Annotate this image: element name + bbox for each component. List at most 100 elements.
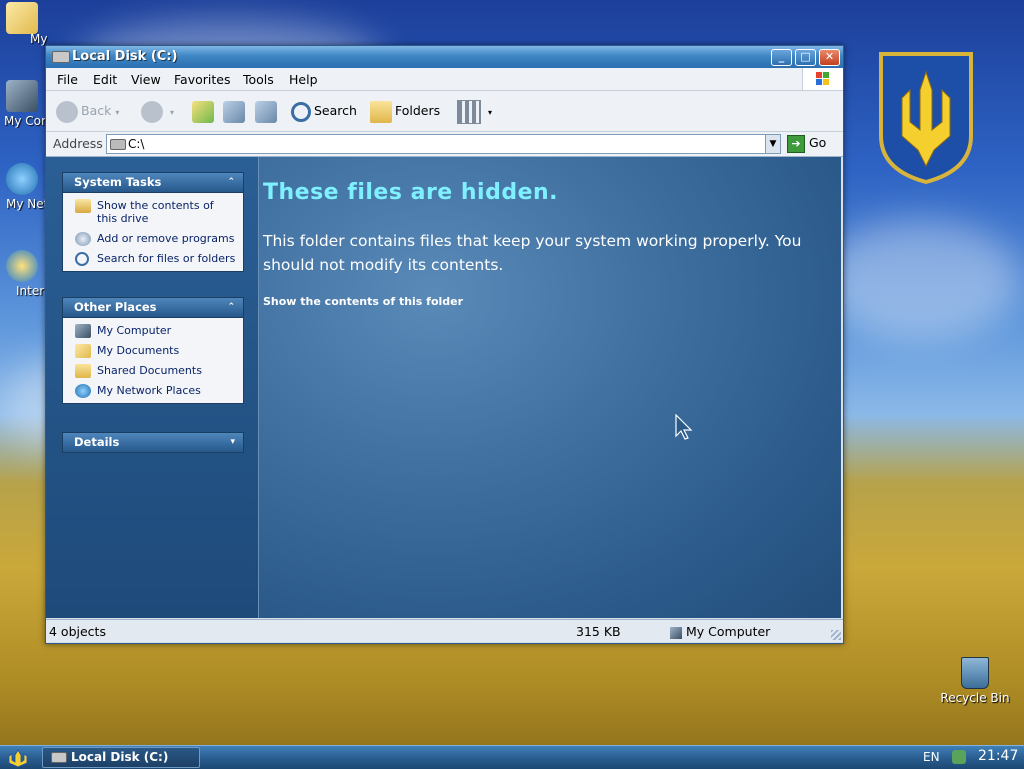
- window-title: Local Disk (C:): [72, 49, 178, 64]
- menu-tools[interactable]: Tools: [243, 72, 274, 87]
- explorer-window: Local Disk (C:) _ □ ✕ File Edit View Fav…: [45, 45, 844, 644]
- panel-title: Other Places: [74, 300, 157, 314]
- taskbar: Local Disk (C:) EN 21:47: [0, 745, 1024, 769]
- resize-grip-icon[interactable]: [831, 630, 841, 640]
- drive-icon: [52, 51, 70, 63]
- forward-arrow-icon: [141, 100, 163, 123]
- task-label: Local Disk (C:): [71, 750, 169, 764]
- system-tasks-panel: System Tasks ⌃ Show the contents of this…: [62, 172, 244, 272]
- place-label: My Computer: [97, 324, 172, 337]
- folder-icon: [75, 364, 91, 378]
- content-pane: These files are hidden. This folder cont…: [259, 157, 841, 618]
- status-location: My Computer: [670, 624, 770, 639]
- place-label: My Network Places: [97, 384, 201, 397]
- close-button[interactable]: ✕: [819, 49, 840, 66]
- task-label: Add or remove programs: [97, 232, 235, 245]
- dropdown-arrow-icon: ▾: [487, 108, 492, 117]
- address-value: C:\: [128, 137, 145, 151]
- search-label: Search: [314, 103, 357, 118]
- show-contents-link[interactable]: Show the contents of this folder: [263, 295, 463, 308]
- add-remove-icon: [75, 232, 91, 246]
- search-icon: [291, 101, 311, 122]
- search-button[interactable]: Search: [291, 99, 357, 123]
- total-size: 315 KB: [576, 624, 621, 639]
- language-indicator[interactable]: EN: [923, 750, 940, 764]
- place-my-network-places[interactable]: My Network Places: [73, 384, 237, 398]
- desktop-icon-recycle-bin[interactable]: Recycle Bin: [940, 657, 1010, 705]
- folder-icon: [370, 100, 392, 123]
- menu-help[interactable]: Help: [289, 72, 318, 87]
- back-label: Back: [81, 103, 112, 118]
- my-computer-icon: [670, 626, 682, 639]
- my-computer-icon: [75, 324, 91, 338]
- windows-logo-icon: [802, 68, 843, 90]
- toolbar: Back ▾ ▾ Search Folders ▾: [46, 91, 843, 132]
- status-bar: 4 objects 315 KB My Computer: [46, 619, 843, 642]
- safely-remove-hardware-icon[interactable]: [952, 750, 966, 764]
- address-bar: Address C:\ ▼ ➔ Go: [46, 132, 843, 157]
- address-input[interactable]: C:\ ▼: [106, 134, 781, 154]
- search-icon: [75, 252, 89, 266]
- delete-icon: [255, 100, 277, 123]
- address-dropdown-button[interactable]: ▼: [765, 135, 780, 153]
- task-show-contents[interactable]: Show the contents of this drive: [73, 199, 237, 225]
- hidden-files-heading: These files are hidden.: [263, 180, 559, 205]
- place-my-documents[interactable]: My Documents: [73, 344, 237, 358]
- new-folder-icon: [223, 100, 245, 123]
- tasks-pane: System Tasks ⌃ Show the contents of this…: [46, 157, 259, 618]
- network-places-icon: [6, 163, 38, 195]
- task-label: Search for files or folders: [97, 252, 236, 265]
- ie-icon: [6, 250, 38, 282]
- task-label: Show the contents of this drive: [97, 199, 214, 225]
- place-my-computer[interactable]: My Computer: [73, 324, 237, 338]
- network-places-icon: [75, 384, 91, 398]
- address-label: Address: [53, 136, 103, 151]
- menu-bar: File Edit View Favorites Tools Help: [46, 68, 843, 91]
- desktop-icon-label: My Documents: [30, 32, 52, 46]
- collapse-icon: ⌃: [227, 302, 235, 312]
- other-places-panel: Other Places ⌃ My Computer My Documents …: [62, 297, 244, 404]
- maximize-button[interactable]: □: [795, 49, 816, 66]
- views-button[interactable]: ▾: [457, 99, 492, 124]
- details-header[interactable]: Details ▾: [62, 432, 244, 453]
- up-folder-button[interactable]: [192, 99, 217, 123]
- forward-button[interactable]: ▾: [141, 99, 174, 123]
- place-label: My Documents: [97, 344, 180, 357]
- start-button[interactable]: [7, 749, 29, 767]
- my-computer-icon: [6, 80, 38, 112]
- system-tasks-header[interactable]: System Tasks ⌃: [62, 172, 244, 193]
- dropdown-arrow-icon: ▾: [115, 108, 120, 117]
- details-panel: Details ▾: [62, 432, 244, 453]
- task-add-remove-programs[interactable]: Add or remove programs: [73, 232, 237, 246]
- menu-view[interactable]: View: [131, 72, 161, 87]
- go-label: Go: [809, 135, 827, 150]
- views-icon: [457, 99, 481, 124]
- folders-label: Folders: [395, 103, 441, 118]
- minimize-button[interactable]: _: [771, 49, 792, 66]
- desktop-icon-my-documents[interactable]: My Documents: [0, 2, 52, 46]
- new-folder-button[interactable]: [223, 99, 248, 123]
- taskbar-item-local-disk[interactable]: Local Disk (C:): [42, 747, 200, 768]
- folders-button[interactable]: Folders: [370, 99, 440, 123]
- go-button[interactable]: ➔ Go: [787, 134, 826, 153]
- go-arrow-icon: ➔: [787, 134, 805, 153]
- my-documents-icon: [75, 344, 91, 358]
- menu-file[interactable]: File: [57, 72, 78, 87]
- delete-button[interactable]: [255, 99, 280, 123]
- mouse-cursor-icon: [675, 414, 693, 440]
- back-button[interactable]: Back ▾: [56, 99, 119, 123]
- clock[interactable]: 21:47: [978, 748, 1018, 764]
- menu-edit[interactable]: Edit: [93, 72, 117, 87]
- dropdown-arrow-icon: ▾: [169, 108, 174, 117]
- recycle-bin-icon: [961, 657, 989, 689]
- drive-icon: [51, 752, 67, 763]
- object-count: 4 objects: [49, 624, 106, 639]
- other-places-header[interactable]: Other Places ⌃: [62, 297, 244, 318]
- up-folder-icon: [192, 100, 214, 123]
- hidden-files-description: This folder contains files that keep you…: [263, 232, 802, 274]
- task-search-files[interactable]: Search for files or folders: [73, 252, 237, 266]
- menu-favorites[interactable]: Favorites: [174, 72, 230, 87]
- place-shared-documents[interactable]: Shared Documents: [73, 364, 237, 378]
- title-bar[interactable]: Local Disk (C:) _ □ ✕: [46, 46, 843, 68]
- place-label: Shared Documents: [97, 364, 202, 377]
